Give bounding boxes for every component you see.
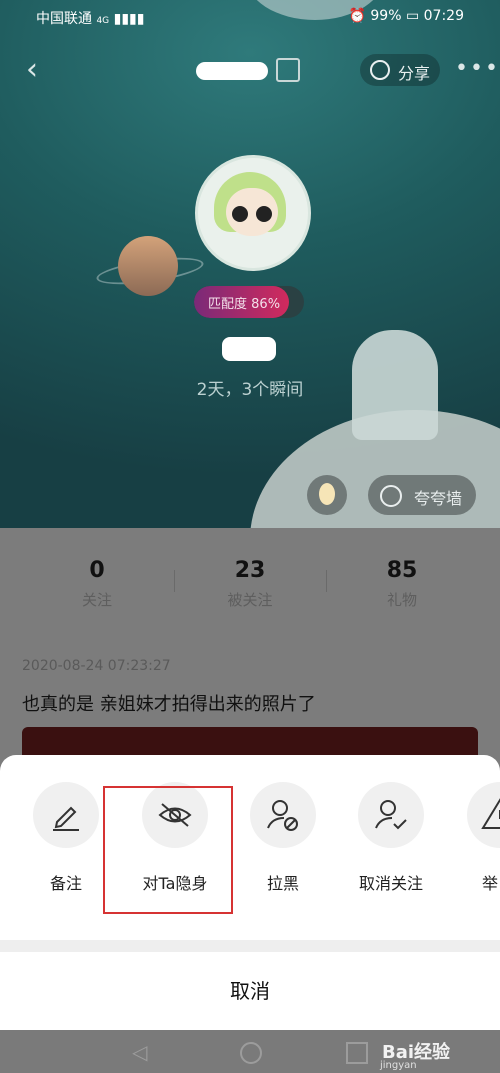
nav-back-icon[interactable]: ◁ [132,1040,147,1064]
action-report[interactable]: 举 [455,782,500,894]
post-text[interactable]: 也真的是 亲姐妹才拍得出来的照片了 [22,690,316,716]
action-label: 举 [482,874,499,893]
highlight-box [103,786,233,914]
back-icon[interactable]: ‹ [26,52,38,87]
action-icon-circle [467,782,500,848]
edit-icon[interactable] [276,58,300,82]
action-unfollow[interactable]: 取消关注 [346,782,436,894]
action-remark[interactable]: 备注 [21,782,111,894]
match-value: 86% [251,297,281,312]
alarm-icon: ⏰ [348,8,366,24]
ghost-decoration [352,330,438,440]
stat-label: 礼物 [386,591,417,609]
stat-followers[interactable]: 23 被关注 [175,558,325,610]
share-label: 分享 [398,64,431,83]
watermark-url: jingyan [380,1060,417,1071]
user-share-icon [370,60,390,80]
praise-wall-label: 夸夸墙 [414,489,463,508]
clock: 07:29 [423,8,464,24]
egg-button[interactable] [307,475,347,515]
match-label: 匹配度 [208,297,248,312]
stat-value: 0 [89,558,105,583]
stat-value: 85 [386,558,418,583]
sheet-divider [0,940,500,952]
battery-percent: 99% [370,8,402,24]
user-block-icon [267,800,298,831]
user-check-icon [375,800,407,830]
action-icon-circle [358,782,424,848]
stat-gifts[interactable]: 85 礼物 [327,558,477,610]
share-button[interactable]: 分享 [360,54,440,86]
action-icon-circle [250,782,316,848]
network-type: 4G [96,16,110,26]
stat-label: 被关注 [227,591,273,609]
nav-recents-icon[interactable] [346,1042,368,1064]
stat-value: 23 [234,558,266,583]
saturn-decoration [118,236,178,296]
more-icon[interactable]: ••• [455,56,500,81]
stat-label: 关注 [81,591,112,609]
action-block[interactable]: 拉黑 [238,782,328,894]
top-bar: ‹ 分享 ••• [0,48,500,92]
egg-icon [319,483,335,505]
smile-icon [380,485,402,507]
post-date: 2020-08-24 07:23:27 [22,658,171,674]
action-label: 备注 [49,874,82,893]
avatar-glasses-right [256,206,272,222]
cancel-button[interactable]: 取消 [0,952,500,1030]
status-bar: 中国联通 4G ▮▮▮▮ ⏰ 99% ▭ 07:29 [0,0,500,36]
match-badge: 匹配度 86% [194,286,304,318]
system-nav-bar: ◁ Bai经验 jingyan [0,1030,500,1073]
action-icon-circle [33,782,99,848]
battery-icon: ▭ [405,8,420,24]
avatar[interactable] [195,155,311,271]
avatar-glasses-left [232,206,248,222]
match-text: 匹配度 86% [208,293,280,312]
warning-icon [481,798,500,829]
pencil-icon [53,806,79,831]
stat-following[interactable]: 0 关注 [22,558,172,610]
nav-home-icon[interactable] [240,1042,262,1064]
action-label: 取消关注 [358,874,423,893]
carrier-text: 中国联通 [36,11,92,27]
signal-icon: ▮▮▮▮ [113,11,145,27]
redacted-username [196,62,268,80]
profile-header: 中国联通 4G ▮▮▮▮ ⏰ 99% ▭ 07:29 ‹ 分享 ••• 匹配度 … [0,0,500,528]
praise-wall-button[interactable]: 夸夸墙 [368,475,476,515]
redacted-nickname [222,337,276,361]
action-label: 拉黑 [266,874,299,893]
